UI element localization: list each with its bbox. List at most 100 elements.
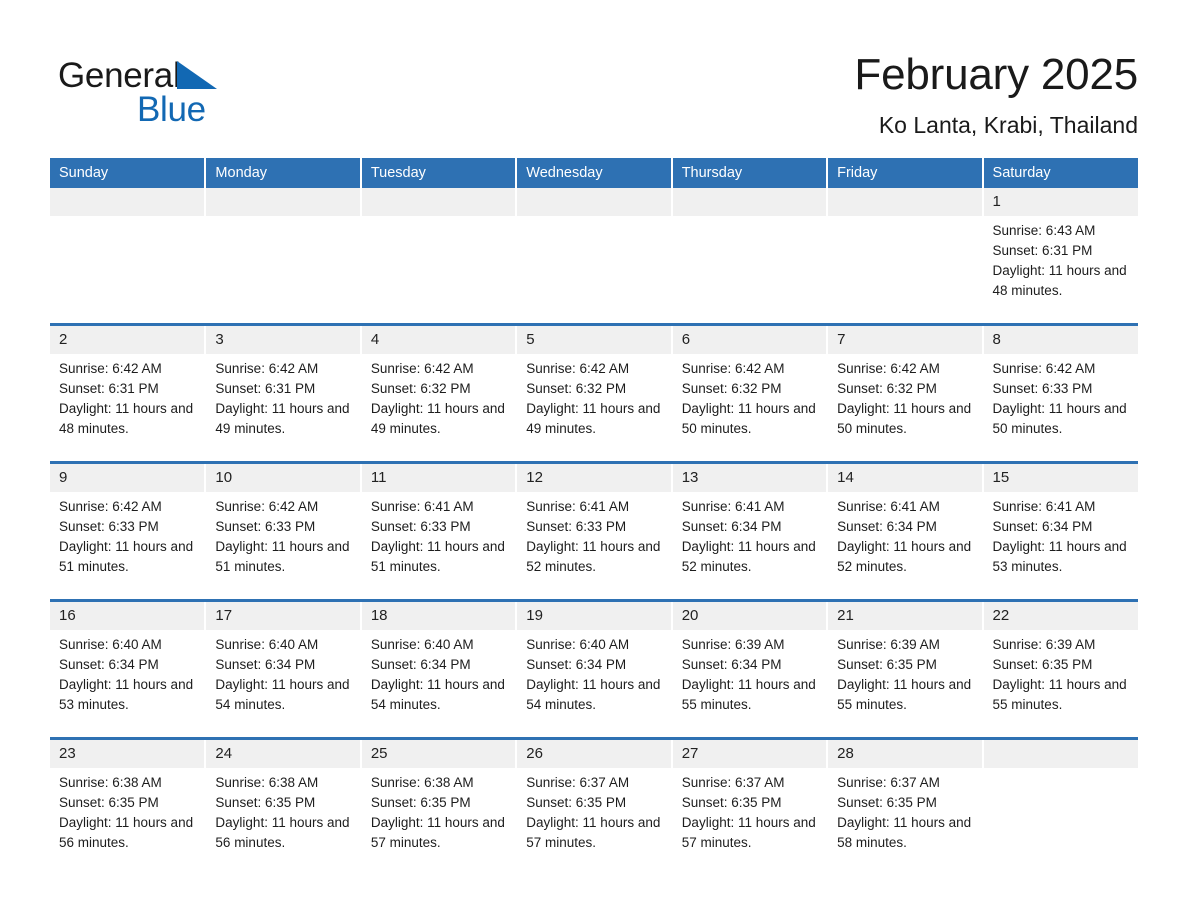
day-number: 13 bbox=[672, 464, 827, 492]
sunset-text: Sunset: 6:34 PM bbox=[681, 657, 782, 672]
logo-top-row: General bbox=[58, 56, 318, 96]
sunrise-text: Sunrise: 6:41 AM bbox=[992, 499, 1096, 514]
sunset-text: Sunset: 6:35 PM bbox=[837, 795, 937, 810]
day-cell[interactable]: 23 Sunrise: 6:38 AM Sunset: 6:35 PM Dayligh… bbox=[50, 737, 207, 875]
daylight-text: Daylight: 11 hours and 51 minutes. bbox=[215, 539, 350, 574]
sunrise-text: Sunrise: 6:37 AM bbox=[681, 775, 785, 790]
weekday-header-tuesday: Tuesday bbox=[360, 158, 518, 188]
day-number: 1 bbox=[983, 188, 1138, 216]
day-info: Sunrise: 6:42 AM Sunset: 6:33 PM Daylight:… bbox=[50, 492, 204, 577]
day-cell-empty bbox=[516, 188, 673, 325]
daylight-text: Daylight: 11 hours and 50 minutes. bbox=[992, 401, 1127, 436]
day-number: 6 bbox=[672, 326, 827, 354]
generalblue-logo[interactable]: General Blue bbox=[58, 56, 318, 138]
day-number: 19 bbox=[517, 602, 671, 630]
day-info: Sunrise: 6:42 AM Sunset: 6:32 PM Daylight:… bbox=[673, 354, 826, 439]
day-cell[interactable]: 10 Sunrise: 6:42 AM Sunset: 6:33 PM Dayligh… bbox=[205, 461, 362, 601]
day-info: Sunrise: 6:42 AM Sunset: 6:33 PM Daylight:… bbox=[984, 354, 1138, 439]
calendar-week-row: 9 Sunrise: 6:42 AM Sunset: 6:33 PM Daylight… bbox=[50, 461, 1138, 601]
day-cell[interactable]: 8 Sunrise: 6:42 AM Sunset: 6:33 PM Daylight… bbox=[982, 323, 1138, 463]
day-cell[interactable]: 1 Sunrise: 6:43 AM Sunset: 6:31 PM Daylight… bbox=[982, 188, 1138, 325]
calendar-week-row: 1 Sunrise: 6:43 AM Sunset: 6:31 PM Daylight… bbox=[50, 188, 1138, 325]
daylight-text: Daylight: 11 hours and 50 minutes. bbox=[837, 401, 972, 436]
day-cell[interactable]: 14 Sunrise: 6:41 AM Sunset: 6:34 PM Dayligh… bbox=[827, 461, 984, 601]
sunset-text: Sunset: 6:33 PM bbox=[370, 519, 471, 534]
sunset-text: Sunset: 6:33 PM bbox=[992, 381, 1093, 396]
day-number: 15 bbox=[983, 464, 1138, 492]
sunrise-text: Sunrise: 6:42 AM bbox=[215, 361, 319, 376]
day-number: 10 bbox=[206, 464, 360, 492]
day-cell[interactable]: 16 Sunrise: 6:40 AM Sunset: 6:34 PM Dayligh… bbox=[50, 599, 207, 739]
daylight-text: Daylight: 11 hours and 57 minutes. bbox=[370, 815, 505, 850]
daylight-text: Daylight: 11 hours and 49 minutes. bbox=[370, 401, 505, 436]
sunset-text: Sunset: 6:33 PM bbox=[215, 519, 316, 534]
day-cell[interactable]: 20 Sunrise: 6:39 AM Sunset: 6:34 PM Dayligh… bbox=[671, 599, 829, 739]
day-cell[interactable]: 17 Sunrise: 6:40 AM Sunset: 6:34 PM Dayligh… bbox=[205, 599, 362, 739]
day-cell[interactable]: 19 Sunrise: 6:40 AM Sunset: 6:34 PM Dayligh… bbox=[516, 599, 673, 739]
sunset-text: Sunset: 6:35 PM bbox=[526, 795, 627, 810]
day-cell[interactable]: 5 Sunrise: 6:42 AM Sunset: 6:32 PM Daylight… bbox=[516, 323, 673, 463]
logo-text-general: General bbox=[58, 56, 181, 95]
day-cell[interactable]: 28 Sunrise: 6:37 AM Sunset: 6:35 PM Dayligh… bbox=[827, 737, 984, 875]
day-number: 26 bbox=[517, 740, 671, 768]
day-number bbox=[828, 188, 982, 216]
day-cell[interactable]: 26 Sunrise: 6:37 AM Sunset: 6:35 PM Dayligh… bbox=[516, 737, 673, 875]
day-cell[interactable]: 7 Sunrise: 6:42 AM Sunset: 6:32 PM Daylight… bbox=[827, 323, 984, 463]
day-info: Sunrise: 6:42 AM Sunset: 6:32 PM Daylight:… bbox=[828, 354, 981, 439]
day-cell[interactable]: 9 Sunrise: 6:42 AM Sunset: 6:33 PM Daylight… bbox=[50, 461, 207, 601]
day-number: 5 bbox=[517, 326, 671, 354]
sunrise-text: Sunrise: 6:38 AM bbox=[59, 775, 162, 790]
sunset-text: Sunset: 6:32 PM bbox=[681, 381, 782, 396]
day-info: Sunrise: 6:42 AM Sunset: 6:33 PM Daylight:… bbox=[206, 492, 359, 577]
sunrise-text: Sunrise: 6:42 AM bbox=[59, 499, 162, 514]
day-cell[interactable]: 21 Sunrise: 6:39 AM Sunset: 6:35 PM Dayligh… bbox=[827, 599, 984, 739]
sunrise-text: Sunrise: 6:39 AM bbox=[681, 637, 785, 652]
day-number: 28 bbox=[828, 740, 982, 768]
day-info: Sunrise: 6:42 AM Sunset: 6:32 PM Daylight:… bbox=[517, 354, 670, 439]
day-info: Sunrise: 6:41 AM Sunset: 6:34 PM Daylight:… bbox=[984, 492, 1138, 577]
day-info: Sunrise: 6:39 AM Sunset: 6:35 PM Daylight:… bbox=[984, 630, 1138, 715]
sunset-text: Sunset: 6:32 PM bbox=[526, 381, 627, 396]
day-cell[interactable]: 6 Sunrise: 6:42 AM Sunset: 6:32 PM Daylight… bbox=[671, 323, 829, 463]
weekday-header-wednesday: Wednesday bbox=[516, 158, 673, 188]
day-number: 16 bbox=[50, 602, 205, 630]
day-cell[interactable]: 2 Sunrise: 6:42 AM Sunset: 6:31 PM Daylight… bbox=[50, 323, 207, 463]
day-cell[interactable]: 13 Sunrise: 6:41 AM Sunset: 6:34 PM Dayligh… bbox=[671, 461, 829, 601]
day-cell[interactable]: 22 Sunrise: 6:39 AM Sunset: 6:35 PM Dayligh… bbox=[982, 599, 1138, 739]
sunrise-text: Sunrise: 6:40 AM bbox=[370, 637, 474, 652]
day-cell[interactable]: 4 Sunrise: 6:42 AM Sunset: 6:32 PM Daylight… bbox=[360, 323, 518, 463]
page-title: February 2025 bbox=[854, 50, 1138, 99]
day-info: Sunrise: 6:41 AM Sunset: 6:33 PM Daylight:… bbox=[362, 492, 515, 577]
day-cell[interactable]: 18 Sunrise: 6:40 AM Sunset: 6:34 PM Dayligh… bbox=[360, 599, 518, 739]
daylight-text: Daylight: 11 hours and 54 minutes. bbox=[370, 677, 505, 712]
daylight-text: Daylight: 11 hours and 50 minutes. bbox=[681, 401, 816, 436]
day-cell[interactable]: 27 Sunrise: 6:37 AM Sunset: 6:35 PM Dayligh… bbox=[671, 737, 829, 875]
sunset-text: Sunset: 6:34 PM bbox=[59, 657, 159, 672]
day-cell[interactable]: 15 Sunrise: 6:41 AM Sunset: 6:34 PM Dayligh… bbox=[982, 461, 1138, 601]
calendar-body: 1 Sunrise: 6:43 AM Sunset: 6:31 PM Daylight… bbox=[50, 188, 1138, 875]
calendar-header-row: Sunday Monday Tuesday Wednesday Thursday… bbox=[50, 158, 1138, 188]
day-number: 27 bbox=[672, 740, 827, 768]
day-cell[interactable]: 3 Sunrise: 6:42 AM Sunset: 6:31 PM Daylight… bbox=[205, 323, 362, 463]
weekday-header-thursday: Thursday bbox=[671, 158, 829, 188]
sunset-text: Sunset: 6:35 PM bbox=[59, 795, 159, 810]
day-info: Sunrise: 6:41 AM Sunset: 6:34 PM Daylight:… bbox=[828, 492, 981, 577]
day-cell-empty bbox=[360, 188, 518, 325]
sunrise-text: Sunrise: 6:40 AM bbox=[215, 637, 319, 652]
sunrise-text: Sunrise: 6:42 AM bbox=[526, 361, 630, 376]
sunset-text: Sunset: 6:34 PM bbox=[992, 519, 1093, 534]
day-number: 20 bbox=[672, 602, 827, 630]
day-number: 2 bbox=[50, 326, 205, 354]
sunrise-text: Sunrise: 6:42 AM bbox=[215, 499, 319, 514]
day-number: 24 bbox=[206, 740, 360, 768]
day-cell[interactable]: 11 Sunrise: 6:41 AM Sunset: 6:33 PM Dayligh… bbox=[360, 461, 518, 601]
sunrise-text: Sunrise: 6:42 AM bbox=[370, 361, 474, 376]
daylight-text: Daylight: 11 hours and 53 minutes. bbox=[992, 539, 1127, 574]
day-number: 17 bbox=[206, 602, 360, 630]
sunset-text: Sunset: 6:34 PM bbox=[370, 657, 471, 672]
day-cell[interactable]: 24 Sunrise: 6:38 AM Sunset: 6:35 PM Dayligh… bbox=[205, 737, 362, 875]
day-cell[interactable]: 12 Sunrise: 6:41 AM Sunset: 6:33 PM Dayligh… bbox=[516, 461, 673, 601]
day-cell[interactable]: 25 Sunrise: 6:38 AM Sunset: 6:35 PM Dayligh… bbox=[360, 737, 518, 875]
calendar-grid: Sunday Monday Tuesday Wednesday Thursday… bbox=[50, 158, 1138, 875]
day-info: Sunrise: 6:38 AM Sunset: 6:35 PM Daylight:… bbox=[206, 768, 359, 853]
